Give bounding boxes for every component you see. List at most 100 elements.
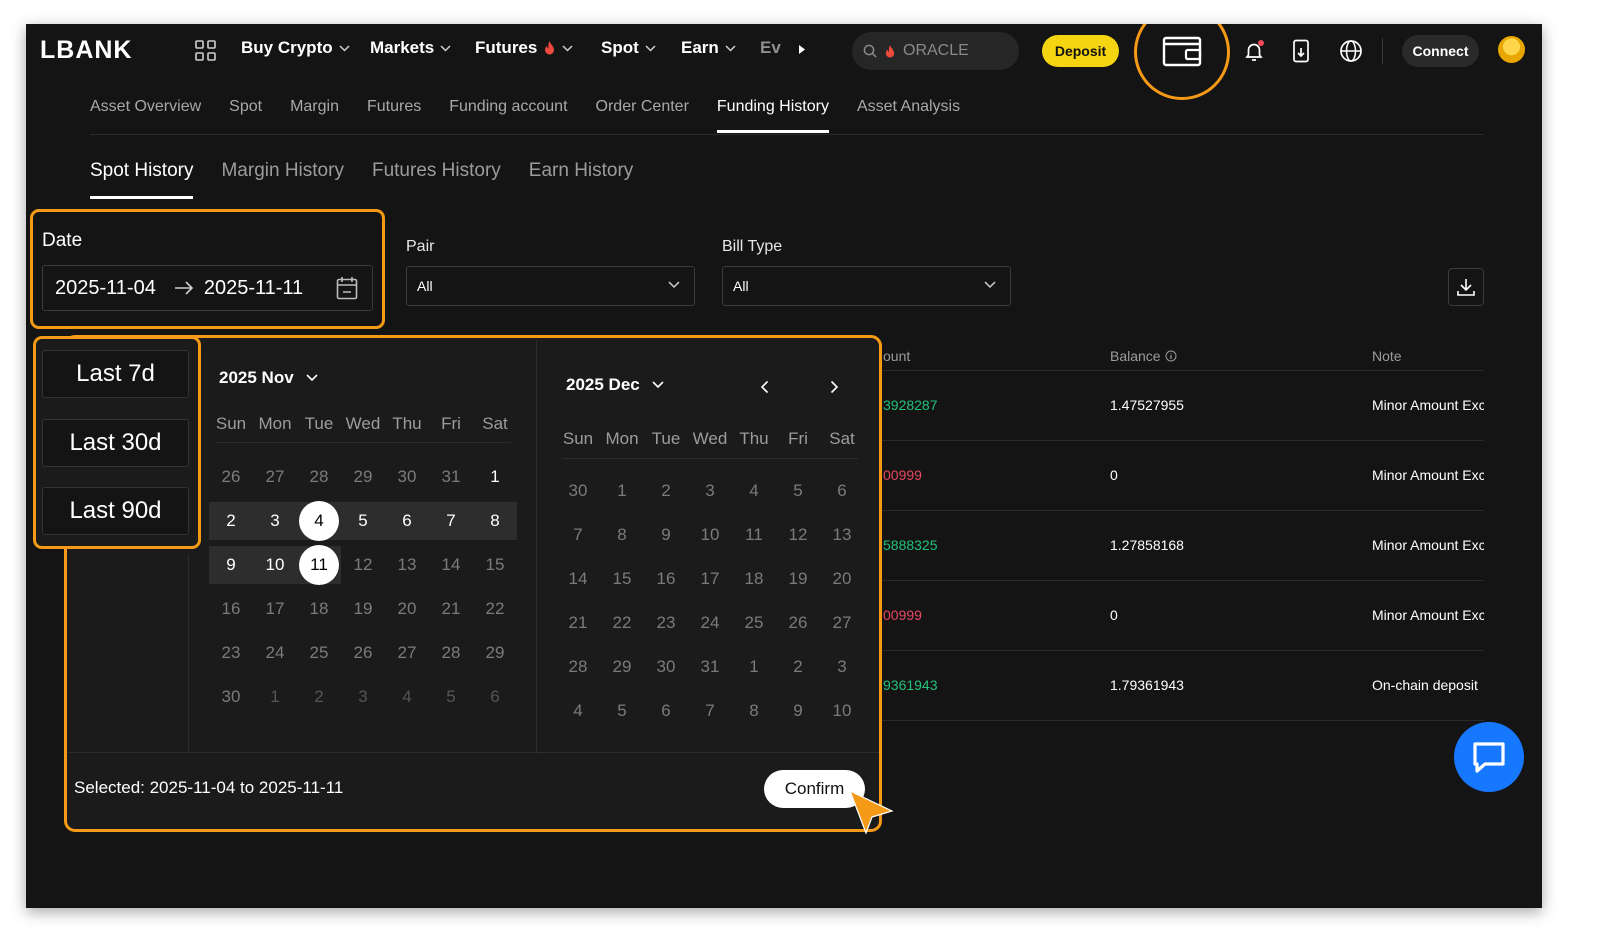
date-start[interactable]: 2025-11-04	[55, 277, 156, 300]
calendar-day[interactable]: 15	[473, 543, 517, 587]
calendar-day[interactable]: 1	[600, 469, 644, 513]
preset-last-90d[interactable]: Last 90d	[42, 487, 189, 535]
calendar-day[interactable]: 27	[253, 455, 297, 499]
calendar-day[interactable]: 19	[341, 587, 385, 631]
calendar-day[interactable]: 1	[732, 645, 776, 689]
preset-last-7d[interactable]: Last 7d	[42, 350, 189, 398]
calendar-day[interactable]: 9	[644, 513, 688, 557]
calendar-day[interactable]: 7	[429, 499, 473, 543]
calendar-day[interactable]: 6	[820, 469, 864, 513]
calendar-day[interactable]: 21	[556, 601, 600, 645]
calendar-day[interactable]: 5	[776, 469, 820, 513]
calendar-day[interactable]: 18	[297, 587, 341, 631]
calendar-day[interactable]: 25	[297, 631, 341, 675]
calendar-day[interactable]: 9	[209, 543, 253, 587]
calendar-day[interactable]: 17	[253, 587, 297, 631]
search-input[interactable]: ORACLE	[852, 32, 1019, 70]
calendar-day[interactable]: 14	[429, 543, 473, 587]
calendar-day[interactable]: 10	[688, 513, 732, 557]
calendar-day[interactable]: 12	[776, 513, 820, 557]
calendar-day[interactable]: 5	[429, 675, 473, 719]
calendar-day[interactable]: 5	[341, 499, 385, 543]
calendar-day[interactable]: 6	[385, 499, 429, 543]
calendar-day[interactable]: 11	[297, 543, 341, 587]
tab-spot-history[interactable]: Spot History	[90, 160, 194, 199]
calendar-day[interactable]: 7	[556, 513, 600, 557]
calendar-day[interactable]: 27	[820, 601, 864, 645]
calendar-day[interactable]: 15	[600, 557, 644, 601]
globe-icon[interactable]	[1339, 39, 1363, 63]
subnav-funding-history[interactable]: Funding History	[716, 94, 830, 134]
tab-margin-history[interactable]: Margin History	[221, 160, 343, 182]
calendar-day[interactable]: 23	[209, 631, 253, 675]
pair-select[interactable]: All	[406, 266, 695, 306]
nav-markets[interactable]: Markets	[370, 38, 451, 58]
calendar-day[interactable]: 27	[385, 631, 429, 675]
caret-right-icon[interactable]	[798, 44, 806, 55]
support-chat-button[interactable]	[1454, 722, 1524, 792]
calendar-day[interactable]: 28	[556, 645, 600, 689]
calendar-day[interactable]: 20	[385, 587, 429, 631]
nav-events-truncated[interactable]: Ev	[760, 38, 781, 58]
nav-futures[interactable]: Futures	[475, 38, 573, 58]
nav-earn[interactable]: Earn	[681, 38, 736, 58]
calendar-day[interactable]: 20	[820, 557, 864, 601]
calendar-day[interactable]: 22	[600, 601, 644, 645]
calendar-day[interactable]: 3	[688, 469, 732, 513]
subnav-asset-overview[interactable]: Asset Overview	[90, 94, 201, 134]
calendar-day[interactable]: 4	[732, 469, 776, 513]
preset-last-30d[interactable]: Last 30d	[42, 419, 189, 467]
calendar-day[interactable]: 28	[297, 455, 341, 499]
calendar-day[interactable]: 24	[253, 631, 297, 675]
deposit-button[interactable]: Deposit	[1042, 35, 1119, 67]
calendar-day[interactable]: 29	[341, 455, 385, 499]
calendar-day[interactable]: 4	[385, 675, 429, 719]
calendar-day[interactable]: 9	[776, 689, 820, 733]
calendar-day[interactable]: 3	[253, 499, 297, 543]
calendar-day[interactable]: 19	[776, 557, 820, 601]
calendar-day[interactable]: 30	[209, 675, 253, 719]
calendar-day[interactable]: 30	[556, 469, 600, 513]
subnav-funding-account[interactable]: Funding account	[449, 94, 567, 134]
calendar-icon[interactable]	[336, 276, 358, 300]
calendar-day[interactable]: 6	[644, 689, 688, 733]
calendar-day[interactable]: 6	[473, 675, 517, 719]
calendar-day[interactable]: 13	[385, 543, 429, 587]
subnav-margin[interactable]: Margin	[290, 94, 339, 134]
calendar-day[interactable]: 31	[429, 455, 473, 499]
calendar-day[interactable]: 16	[209, 587, 253, 631]
calendar-day[interactable]: 17	[688, 557, 732, 601]
download-app-icon[interactable]	[1292, 39, 1312, 63]
subnav-spot[interactable]: Spot	[229, 94, 262, 134]
calendar-day[interactable]: 4	[297, 499, 341, 543]
calendar-day[interactable]: 22	[473, 587, 517, 631]
calendar-day[interactable]: 2	[209, 499, 253, 543]
date-end[interactable]: 2025-11-11	[204, 277, 303, 300]
calendar-day[interactable]: 2	[776, 645, 820, 689]
calendar-day[interactable]: 10	[820, 689, 864, 733]
tab-earn-history[interactable]: Earn History	[529, 160, 634, 182]
user-avatar[interactable]	[1498, 36, 1525, 63]
chevron-right-icon[interactable]	[830, 380, 839, 394]
lbank-logo[interactable]: LBANK	[40, 36, 133, 65]
connect-button[interactable]: Connect	[1402, 35, 1479, 67]
calendar-day[interactable]: 24	[688, 601, 732, 645]
calendar-day[interactable]: 7	[688, 689, 732, 733]
nav-buy-crypto[interactable]: Buy Crypto	[241, 38, 350, 58]
calendar-day[interactable]: 30	[385, 455, 429, 499]
calendar-day[interactable]: 14	[556, 557, 600, 601]
export-button[interactable]	[1448, 268, 1484, 306]
left-month-select[interactable]: 2025 Nov	[219, 368, 318, 388]
calendar-day[interactable]: 29	[600, 645, 644, 689]
calendar-day[interactable]: 8	[732, 689, 776, 733]
calendar-day[interactable]: 21	[429, 587, 473, 631]
calendar-day[interactable]: 11	[732, 513, 776, 557]
wallet-icon[interactable]	[1162, 35, 1202, 67]
calendar-day[interactable]: 23	[644, 601, 688, 645]
calendar-day[interactable]: 18	[732, 557, 776, 601]
calendar-day[interactable]: 28	[429, 631, 473, 675]
calendar-day[interactable]: 8	[473, 499, 517, 543]
calendar-day[interactable]: 25	[732, 601, 776, 645]
calendar-day[interactable]: 26	[341, 631, 385, 675]
calendar-day[interactable]: 2	[644, 469, 688, 513]
